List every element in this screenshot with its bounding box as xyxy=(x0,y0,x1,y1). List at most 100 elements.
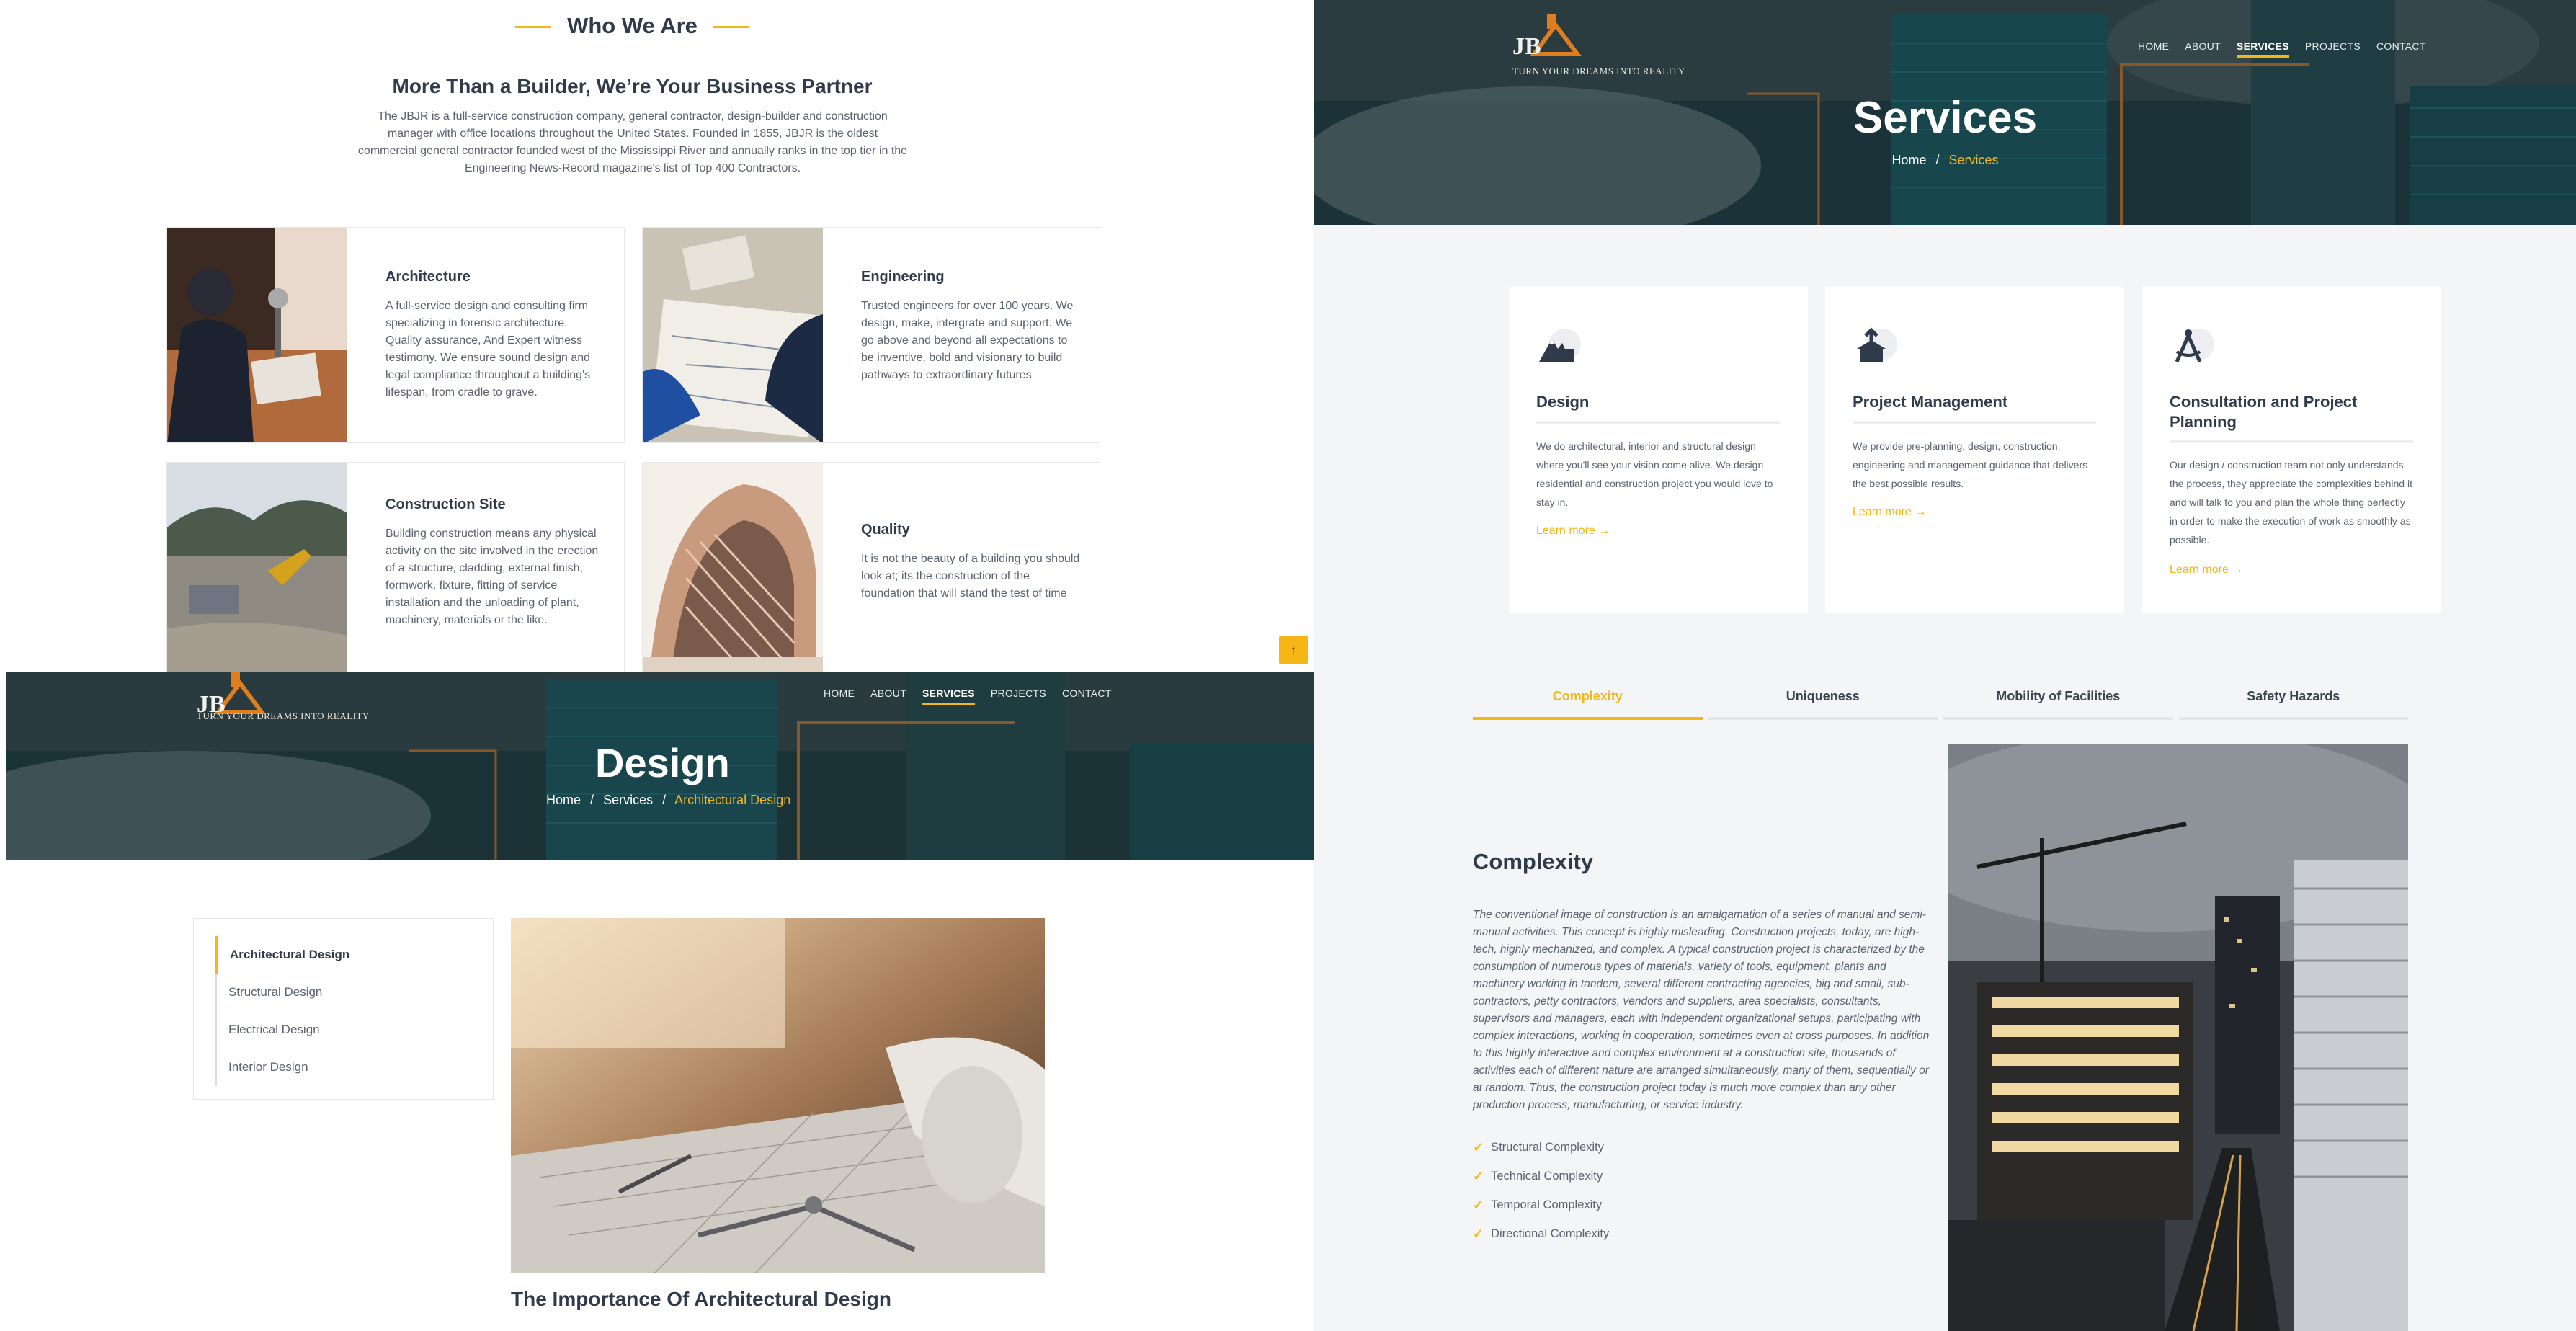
logo-mark-icon: JB xyxy=(1512,14,1582,60)
services-tabs: Complexity Uniqueness Mobility of Facili… xyxy=(1473,689,2408,720)
nav-about[interactable]: ABOUT xyxy=(2185,40,2221,52)
section-title-text: Who We Are xyxy=(567,13,698,38)
check-icon: ✓ xyxy=(1473,1226,1484,1241)
services-panel: JB TURN YOUR DREAMS INTO REALITY HOME AB… xyxy=(1314,0,2576,1331)
quality-photo xyxy=(643,463,823,672)
brand-logo[interactable]: JB TURN YOUR DREAMS INTO REALITY xyxy=(197,672,369,734)
about-intro: The JBJR is a full-service construction … xyxy=(357,110,908,174)
complexity-text: The conventional image of construction i… xyxy=(1473,909,1930,1111)
nav-home[interactable]: HOME xyxy=(824,687,855,699)
tab-mobility[interactable]: Mobility of Facilities xyxy=(1943,689,2173,720)
check-icon: ✓ xyxy=(1473,1197,1484,1212)
page-title: Design xyxy=(595,740,730,785)
arrow-up-icon: ↑ xyxy=(1290,643,1297,657)
arrow-right-icon: → xyxy=(1915,506,1927,518)
service-title-rule xyxy=(1536,421,1780,424)
check-icon: ✓ xyxy=(1473,1139,1484,1154)
learn-more-link[interactable]: Learn more → xyxy=(1536,525,1610,538)
complexity-title: Complexity xyxy=(1473,849,1594,874)
breadcrumb-home[interactable]: Home xyxy=(1891,153,1926,167)
service-title: Consultation and Project Planning xyxy=(2170,393,2358,431)
tab-complexity[interactable]: Complexity xyxy=(1473,689,1703,720)
list-item: ✓ Directional Complexity xyxy=(1473,1219,1609,1248)
sidebar-item-label: Electrical Design xyxy=(228,1023,320,1036)
service-title: Project Management xyxy=(1853,393,2008,411)
list-item-label: Temporal Complexity xyxy=(1491,1198,1603,1211)
design-panel: JB TURN YOUR DREAMS INTO REALITY HOME AB… xyxy=(0,672,1314,1331)
about-panel: Who We Are More Than a Builder, We’re Yo… xyxy=(0,0,1314,672)
service-card-design: Design We do architectural, interior and… xyxy=(1509,287,1808,613)
learn-more-link[interactable]: Learn more → xyxy=(1853,506,1926,519)
breadcrumb: Home / Services / Architectural Design xyxy=(546,793,790,808)
about-card-quality: Quality It is not the beauty of a buildi… xyxy=(642,462,1100,672)
nav-contact[interactable]: CONTACT xyxy=(1062,687,1112,699)
sidebar-item-architectural[interactable]: Architectural Design xyxy=(215,936,493,974)
about-card-engineering: Engineering Trusted engineers for over 1… xyxy=(642,227,1100,443)
sidebar-item-electrical[interactable]: Electrical Design xyxy=(215,1011,493,1049)
service-card-consultation: Consultation and Project Planning Our de… xyxy=(2142,287,2441,613)
learn-more-label: Learn more xyxy=(2170,564,2229,576)
sidebar-item-label: Architectural Design xyxy=(230,948,350,961)
brand-tagline: TURN YOUR DREAMS INTO REALITY xyxy=(1512,66,1685,76)
about-card-construction-site: Construction Site Building construction … xyxy=(166,462,625,672)
section-title: Who We Are xyxy=(0,13,1265,39)
construction-site-photo xyxy=(167,463,347,672)
nav-projects[interactable]: PROJECTS xyxy=(991,687,1046,699)
list-item: ✓ Structural Complexity xyxy=(1473,1133,1609,1162)
project-management-icon xyxy=(1857,327,1897,362)
nav-services[interactable]: SERVICES xyxy=(922,687,975,705)
main-nav: HOME ABOUT SERVICES PROJECTS CONTACT xyxy=(824,687,1112,705)
brand-logo[interactable]: JB TURN YOUR DREAMS INTO REALITY xyxy=(1512,11,1685,79)
sidebar-item-label: Interior Design xyxy=(228,1060,308,1074)
engineering-photo xyxy=(643,228,823,442)
sidebar-item-structural[interactable]: Structural Design xyxy=(215,974,493,1011)
design-sidebar: Architectural Design Structural Design E… xyxy=(193,918,494,1100)
design-mountain-icon xyxy=(1539,329,1581,362)
breadcrumb-services[interactable]: Services xyxy=(603,793,653,807)
nav-home[interactable]: HOME xyxy=(2138,40,2169,52)
nav-projects[interactable]: PROJECTS xyxy=(2305,40,2361,52)
services-hero: JB TURN YOUR DREAMS INTO REALITY HOME AB… xyxy=(1314,0,2576,225)
card-title: Construction Site xyxy=(385,497,506,512)
scroll-top-button[interactable]: ↑ xyxy=(1279,636,1308,664)
card-text: Trusted engineers for over 100 years. We… xyxy=(861,300,1074,381)
complexity-photo xyxy=(1948,744,2408,1331)
page-title: Services xyxy=(1853,93,2038,143)
design-hero: JB TURN YOUR DREAMS INTO REALITY HOME AB… xyxy=(6,672,1314,860)
title-rule-right xyxy=(713,26,749,29)
breadcrumb-current: Architectural Design xyxy=(674,793,791,807)
sidebar-item-interior[interactable]: Interior Design xyxy=(215,1049,493,1086)
service-text: We provide pre-planning, design, constru… xyxy=(1853,440,2088,489)
learn-more-label: Learn more xyxy=(1536,525,1595,537)
card-title: Architecture xyxy=(385,269,471,285)
breadcrumb-home[interactable]: Home xyxy=(546,793,581,807)
learn-more-link[interactable]: Learn more → xyxy=(2170,564,2243,577)
list-item-label: Directional Complexity xyxy=(1491,1227,1610,1240)
breadcrumb-separator: / xyxy=(1935,153,1940,167)
nav-about[interactable]: ABOUT xyxy=(870,687,906,699)
learn-more-label: Learn more xyxy=(1853,506,1912,518)
tab-uniqueness[interactable]: Uniqueness xyxy=(1708,689,1938,720)
breadcrumb: Home / Services xyxy=(1314,153,2576,168)
breadcrumb-current: Services xyxy=(1948,153,1999,167)
nav-services[interactable]: SERVICES xyxy=(2236,40,2289,58)
service-title: Design xyxy=(1536,393,1590,411)
architecture-photo xyxy=(167,228,347,442)
service-text: Our design / construction team not only … xyxy=(2170,459,2412,546)
arrow-right-icon: → xyxy=(1598,525,1610,537)
check-icon: ✓ xyxy=(1473,1168,1484,1183)
list-item: ✓ Technical Complexity xyxy=(1473,1162,1609,1190)
svg-text:JB: JB xyxy=(1512,33,1541,60)
card-title: Quality xyxy=(861,522,910,538)
breadcrumb-separator: / xyxy=(590,793,594,807)
tab-safety[interactable]: Safety Hazards xyxy=(2178,689,2408,720)
nav-contact[interactable]: CONTACT xyxy=(2376,40,2426,52)
sidebar-item-label: Structural Design xyxy=(228,985,323,999)
about-card-architecture: Architecture A full-service design and c… xyxy=(166,227,625,443)
service-card-project-management: Project Management We provide pre-planni… xyxy=(1825,287,2124,613)
list-item-label: Structural Complexity xyxy=(1491,1140,1604,1154)
title-rule-left xyxy=(515,26,552,29)
list-item: ✓ Temporal Complexity xyxy=(1473,1190,1609,1219)
card-text: Building construction means any physical… xyxy=(385,527,599,626)
service-title-rule xyxy=(2170,440,2413,443)
